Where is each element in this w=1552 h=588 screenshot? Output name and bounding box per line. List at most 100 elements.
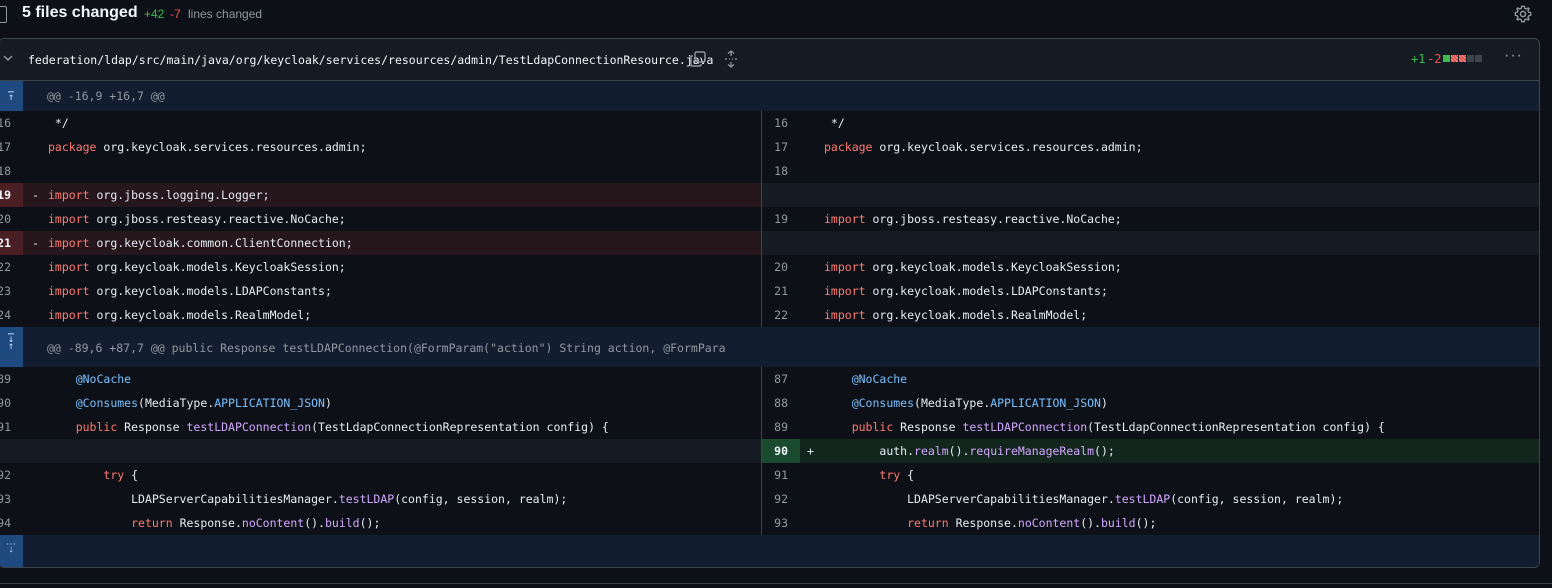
diffstat-block-del xyxy=(1459,55,1466,62)
line-number[interactable]: 21 xyxy=(762,279,788,303)
code-line: package org.keycloak.services.resources.… xyxy=(824,140,1143,154)
code-line: auth.realm().requireManageRealm(); xyxy=(879,444,1115,458)
line-number[interactable]: 87 xyxy=(762,367,788,391)
table-row: 90 @Consumes(MediaType.APPLICATION_JSON)… xyxy=(0,391,1539,415)
file-deletions: -2 xyxy=(1427,52,1442,66)
chevron-down-icon[interactable] xyxy=(3,53,13,63)
addition-marker: + xyxy=(807,444,814,458)
line-number[interactable]: 19 xyxy=(0,183,11,207)
code-line: try { xyxy=(879,468,915,482)
expand-down-row: ⋯ ↓ xyxy=(0,535,1539,567)
line-number[interactable]: 17 xyxy=(762,135,788,159)
line-number[interactable]: 20 xyxy=(0,207,11,231)
code-line: */ xyxy=(48,116,69,130)
line-number[interactable]: 93 xyxy=(762,511,788,535)
diffstat-block-neutral xyxy=(1475,55,1482,62)
line-number[interactable]: 18 xyxy=(762,159,788,183)
line-number[interactable]: 21 xyxy=(0,231,11,255)
table-row-added: 90 + auth.realm().requireManageRealm(); xyxy=(0,439,1539,463)
line-number[interactable]: 94 xyxy=(0,511,11,535)
code-line: public Response testLDAPConnection(TestL… xyxy=(75,420,609,434)
line-number[interactable]: 89 xyxy=(762,415,788,439)
hunk-header-text: @@ -89,6 +87,7 @@ public Response testLD… xyxy=(47,341,726,355)
table-row: 20 import org.jboss.resteasy.reactive.NoC… xyxy=(0,207,1539,231)
line-number[interactable]: 18 xyxy=(0,159,11,183)
line-number[interactable]: 16 xyxy=(0,111,11,135)
empty-line xyxy=(0,439,761,463)
table-row: 93 LDAPServerCapabilitiesManager.testLDA… xyxy=(0,487,1539,511)
code-line: return Response.noContent().build(); xyxy=(131,516,381,530)
table-row: 18 18 xyxy=(0,159,1539,183)
empty-line xyxy=(762,231,1539,255)
line-number[interactable]: 24 xyxy=(0,303,11,327)
line-number[interactable]: 91 xyxy=(762,463,788,487)
table-row: 91 public Response testLDAPConnection(Te… xyxy=(0,415,1539,439)
line-number[interactable]: 92 xyxy=(0,463,11,487)
kebab-menu-icon[interactable]: ··· xyxy=(1504,47,1523,65)
line-number[interactable]: 22 xyxy=(762,303,788,327)
line-number[interactable]: 20 xyxy=(762,255,788,279)
table-row: 94 return Response.noContent().build(); … xyxy=(0,511,1539,535)
line-number[interactable]: 92 xyxy=(762,487,788,511)
deletion-marker: - xyxy=(32,236,39,250)
code-line: import org.jboss.logging.Logger; xyxy=(48,188,270,202)
code-line: package org.keycloak.services.resources.… xyxy=(48,140,367,154)
line-number[interactable]: 88 xyxy=(762,391,788,415)
files-changed-title: 5 files changed xyxy=(22,4,138,21)
hunk-header-text: @@ -16,9 +16,7 @@ xyxy=(47,89,165,103)
table-row: 89 @NoCache 87 @NoCache xyxy=(0,367,1539,391)
diffstat-block-del xyxy=(1451,55,1458,62)
code-line: import org.keycloak.models.LDAPConstants… xyxy=(48,284,332,298)
line-number[interactable]: 90 xyxy=(762,439,788,463)
expand-both-icon[interactable]: ⋯ ↓ ↑ xyxy=(0,327,23,367)
code-line: import org.keycloak.models.KeycloakSessi… xyxy=(48,260,346,274)
expand-up-icon[interactable]: ⋯ ↑ xyxy=(0,81,23,111)
code-line: import org.keycloak.models.RealmModel; xyxy=(48,308,312,322)
hunk-header: ⋯ ↓ ↑ @@ -89,6 +87,7 @@ public Response te… xyxy=(0,327,1539,367)
line-number[interactable]: 16 xyxy=(762,111,788,135)
line-number[interactable]: 23 xyxy=(0,279,11,303)
line-number[interactable]: 93 xyxy=(0,487,11,511)
code-line: return Response.noContent().build(); xyxy=(907,516,1157,530)
file-path[interactable]: federation/ldap/src/main/java/org/keyclo… xyxy=(28,53,713,67)
code-line: @Consumes(MediaType.APPLICATION_JSON) xyxy=(851,396,1108,410)
gear-icon[interactable] xyxy=(1514,5,1532,23)
line-number[interactable]: 17 xyxy=(0,135,11,159)
diffstat-block-neutral xyxy=(1467,55,1474,62)
deletions-count: -7 xyxy=(170,7,181,21)
line-number[interactable]: 22 xyxy=(0,255,11,279)
code-line: @NoCache xyxy=(851,372,908,386)
code-line: import org.jboss.resteasy.reactive.NoCac… xyxy=(824,212,1122,226)
table-row: 17 package org.keycloak.services.resource… xyxy=(0,135,1539,159)
code-line: import org.jboss.resteasy.reactive.NoCac… xyxy=(48,212,346,226)
hunk-header: ⋯ ↑ @@ -16,9 +16,7 @@ xyxy=(0,81,1539,111)
line-number[interactable]: 19 xyxy=(762,207,788,231)
sidebar-toggle-icon[interactable] xyxy=(0,6,7,23)
deletion-marker: - xyxy=(32,188,39,202)
code-line: */ xyxy=(824,116,845,130)
expand-down-icon[interactable]: ⋯ ↓ xyxy=(0,535,23,567)
line-number[interactable]: 90 xyxy=(0,391,11,415)
table-row: 24 import org.keycloak.models.RealmModel;… xyxy=(0,303,1539,327)
code-line: LDAPServerCapabilitiesManager.testLDAP(c… xyxy=(131,492,568,506)
line-number[interactable]: 89 xyxy=(0,367,11,391)
code-line: try { xyxy=(103,468,139,482)
expand-all-icon[interactable] xyxy=(723,50,739,68)
table-row: 92 try { 91 try { xyxy=(0,463,1539,487)
code-line: @Consumes(MediaType.APPLICATION_JSON) xyxy=(75,396,332,410)
additions-count: +42 xyxy=(144,7,165,21)
file-additions: +1 xyxy=(1411,52,1426,66)
copy-icon[interactable] xyxy=(689,50,707,68)
table-row-deleted: 21 -import org.keycloak.common.ClientConn… xyxy=(0,231,1539,255)
code-line: public Response testLDAPConnection(TestL… xyxy=(851,420,1385,434)
file-header: federation/ldap/src/main/java/org/keyclo… xyxy=(0,39,1539,81)
code-line: import org.keycloak.models.KeycloakSessi… xyxy=(824,260,1122,274)
table-row-deleted: 19 -import org.jboss.logging.Logger; xyxy=(0,183,1539,207)
table-row: 16 */ 16 */ xyxy=(0,111,1539,135)
table-row: 22 import org.keycloak.models.KeycloakSes… xyxy=(0,255,1539,279)
diffstat-block-add xyxy=(1443,55,1450,62)
code-line: @NoCache xyxy=(75,372,132,386)
table-row: 23 import org.keycloak.models.LDAPConstan… xyxy=(0,279,1539,303)
code-line: import org.keycloak.models.LDAPConstants… xyxy=(824,284,1108,298)
line-number[interactable]: 91 xyxy=(0,415,11,439)
